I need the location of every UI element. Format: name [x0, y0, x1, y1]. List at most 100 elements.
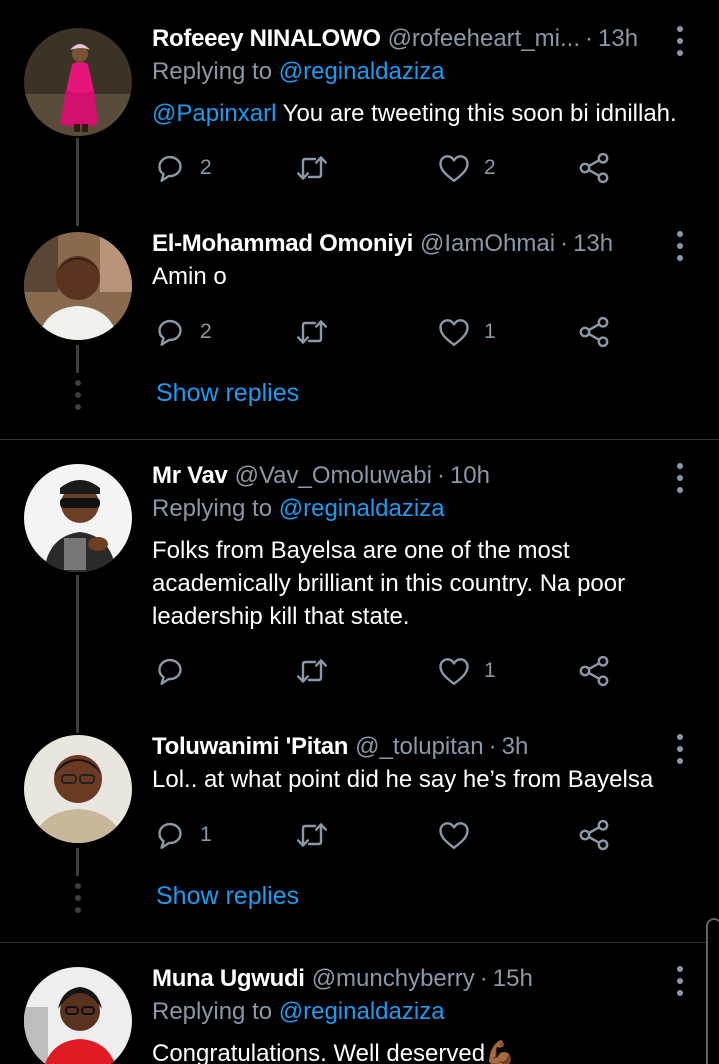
tweet-actions: 2 1: [152, 312, 622, 352]
replying-to-link[interactable]: @reginaldaziza: [279, 495, 445, 522]
more-vertical-icon[interactable]: [670, 966, 690, 996]
user-handle[interactable]: @rofeeheart_mi...: [388, 25, 580, 53]
tweet-actions: 1: [152, 815, 622, 855]
tweet-header: Toluwanimi 'Pitan @_tolupitan · 3h: [152, 730, 528, 764]
display-name[interactable]: El-Mohammad Omoniyi: [152, 230, 413, 258]
reply-icon: [152, 653, 188, 689]
timestamp[interactable]: 10h: [450, 462, 490, 490]
more-vertical-icon[interactable]: [670, 231, 690, 261]
reply-icon: [152, 150, 188, 186]
display-name[interactable]: Toluwanimi 'Pitan: [152, 733, 348, 761]
tweet-header: El-Mohammad Omoniyi @IamOhmai · 13h: [152, 227, 613, 261]
more-vertical-icon[interactable]: [670, 26, 690, 56]
share-icon: [576, 653, 612, 689]
replying-to-link[interactable]: @reginaldaziza: [279, 58, 445, 85]
thread-line: [76, 138, 79, 226]
tweet-body: You are tweeting this soon bi idnillah.: [276, 100, 677, 127]
retweet-button[interactable]: [294, 815, 342, 855]
share-icon: [576, 150, 612, 186]
share-button[interactable]: [576, 148, 612, 188]
replying-to-prefix: Replying to: [152, 998, 273, 1025]
user-handle[interactable]: @munchyberry: [312, 965, 475, 993]
retweet-icon: [294, 817, 330, 853]
divider: [0, 439, 719, 440]
retweet-icon: [294, 150, 330, 186]
dot-separator: ·: [488, 733, 497, 760]
heart-icon: [436, 314, 472, 350]
thread-line: [76, 345, 79, 373]
replying-to-prefix: Replying to: [152, 58, 273, 85]
retweet-button[interactable]: [294, 148, 342, 188]
flexed-biceps-emoji: 💪🏾: [485, 1040, 515, 1064]
replying-to-link[interactable]: @reginaldaziza: [279, 998, 445, 1025]
heart-icon: [436, 653, 472, 689]
tweet-header: Mr Vav @Vav_Omoluwabi · 10h: [152, 459, 490, 493]
share-icon: [576, 817, 612, 853]
display-name[interactable]: Mr Vav: [152, 462, 228, 490]
tweet-text: Lol.. at what point did he say he’s from…: [152, 766, 654, 793]
more-vertical-icon[interactable]: [670, 734, 690, 764]
tweet-header: Rofeeey NINALOWO @rofeeheart_mi... · 13h: [152, 22, 638, 56]
mention-link[interactable]: @Papinxarl: [152, 100, 276, 127]
display-name[interactable]: Muna Ugwudi: [152, 965, 305, 993]
thread-dots: [74, 380, 81, 410]
avatar[interactable]: [24, 232, 132, 340]
tweet-text: @Papinxarl You are tweeting this soon bi…: [152, 97, 702, 130]
like-button[interactable]: 2: [436, 148, 496, 188]
tweet-text: Folks from Bayelsa are one of the most a…: [152, 537, 626, 630]
scroll-handle[interactable]: [706, 918, 719, 1064]
like-count: 2: [484, 156, 496, 179]
avatar[interactable]: [24, 967, 132, 1064]
user-handle[interactable]: @IamOhmai: [420, 230, 555, 258]
timestamp[interactable]: 3h: [502, 733, 529, 761]
replying-to: Replying to @reginaldaziza: [152, 495, 445, 523]
replying-to: Replying to @reginaldaziza: [152, 58, 445, 86]
dot-separator: ·: [585, 25, 594, 52]
more-vertical-icon[interactable]: [670, 463, 690, 493]
reply-count: 2: [200, 320, 212, 343]
tweet-text: Congratulations. Well deserved💪🏾: [152, 1037, 702, 1064]
share-button[interactable]: [576, 312, 612, 352]
avatar[interactable]: [24, 735, 132, 843]
show-replies-link[interactable]: Show replies: [156, 379, 299, 408]
thread-line: [76, 575, 79, 733]
retweet-button[interactable]: [294, 651, 342, 691]
user-handle[interactable]: @_tolupitan: [355, 733, 483, 761]
share-button[interactable]: [576, 651, 612, 691]
heart-icon: [436, 817, 472, 853]
dot-separator: ·: [436, 462, 445, 489]
timestamp[interactable]: 13h: [573, 230, 613, 258]
reply-icon: [152, 314, 188, 350]
show-replies-link[interactable]: Show replies: [156, 882, 299, 911]
tweet-actions: 2 2: [152, 148, 622, 188]
dot-separator: ·: [560, 230, 569, 257]
display-name[interactable]: Rofeeey NINALOWO: [152, 25, 381, 53]
reply-button[interactable]: 2: [152, 148, 212, 188]
retweet-icon: [294, 314, 330, 350]
retweet-button[interactable]: [294, 312, 342, 352]
tweet-text: Amin o: [152, 263, 227, 290]
reply-button[interactable]: 2: [152, 312, 212, 352]
reply-count: 2: [200, 156, 212, 179]
reply-button[interactable]: 1: [152, 815, 212, 855]
thread-line: [76, 848, 79, 876]
user-handle[interactable]: @Vav_Omoluwabi: [235, 462, 432, 490]
replying-to-prefix: Replying to: [152, 495, 273, 522]
like-count: 1: [484, 320, 496, 343]
share-button[interactable]: [576, 815, 612, 855]
like-button[interactable]: [436, 815, 484, 855]
avatar[interactable]: [24, 28, 132, 136]
reply-button[interactable]: [152, 651, 200, 691]
tweet-body: Congratulations. Well deserved: [152, 1040, 486, 1064]
like-button[interactable]: 1: [436, 312, 496, 352]
thread-dots: [74, 883, 81, 913]
timestamp[interactable]: 13h: [598, 25, 638, 53]
heart-icon: [436, 150, 472, 186]
timestamp[interactable]: 15h: [493, 965, 533, 993]
avatar[interactable]: [24, 464, 132, 572]
tweet-actions: 1: [152, 651, 622, 691]
reply-icon: [152, 817, 188, 853]
like-button[interactable]: 1: [436, 651, 496, 691]
dot-separator: ·: [479, 965, 488, 992]
replying-to: Replying to @reginaldaziza: [152, 998, 445, 1026]
